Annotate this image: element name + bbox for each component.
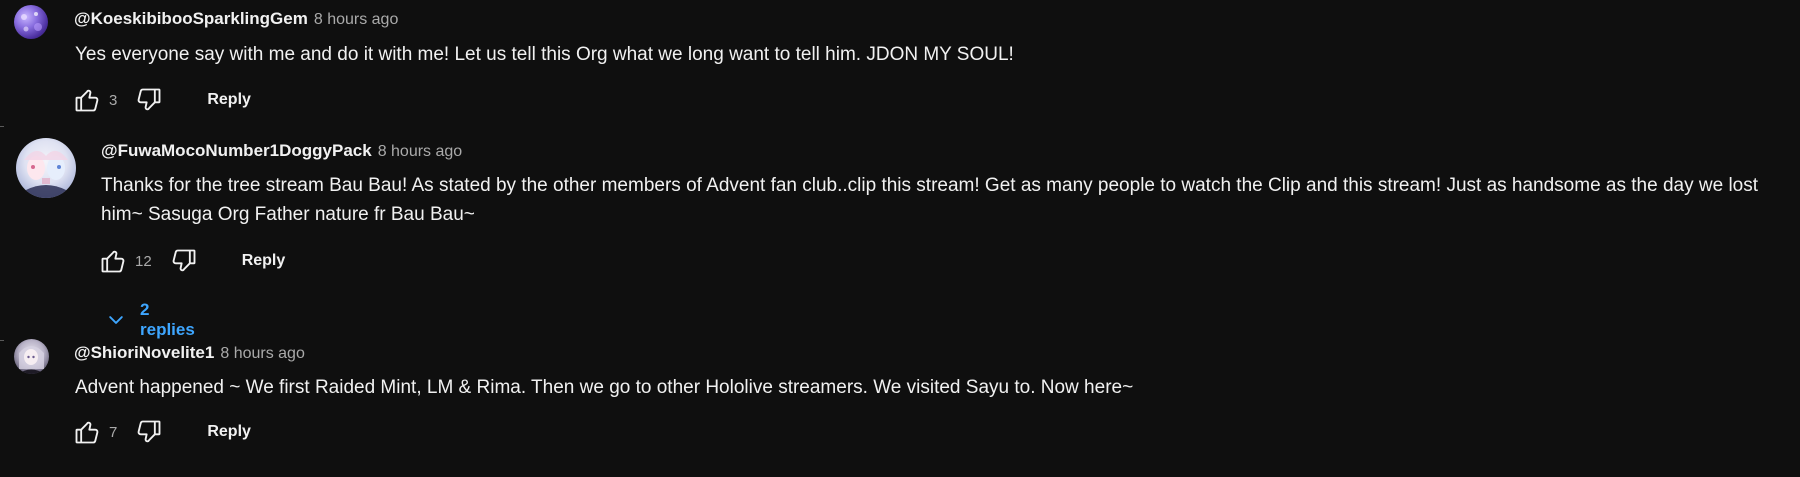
- like-button[interactable]: [69, 82, 105, 118]
- author-name[interactable]: @KoeskibibooSparklingGem: [74, 9, 308, 28]
- chevron-down-icon: [106, 310, 126, 330]
- reply-button[interactable]: Reply: [195, 83, 263, 117]
- like-count: 12: [135, 252, 152, 270]
- like-count: 3: [109, 91, 118, 109]
- comment-text: Yes everyone say with me and do it with …: [75, 44, 1014, 65]
- avatar-image: [18, 346, 45, 374]
- thumbs-up-icon: [101, 250, 125, 273]
- comments-section: @KoeskibibooSparklingGem 8 hours ago Yes …: [0, 0, 1800, 477]
- thumbs-down-icon: [137, 88, 161, 111]
- reply-button[interactable]: Reply: [230, 244, 298, 278]
- thread-line-marker: [0, 340, 4, 341]
- dislike-button[interactable]: [166, 243, 202, 279]
- like-count: 7: [109, 423, 118, 441]
- author-name[interactable]: @FuwaMocoNumber1DoggyPack: [101, 141, 372, 160]
- dislike-button[interactable]: [131, 414, 167, 450]
- avatar-image: [24, 150, 68, 198]
- thread-line-marker: [0, 126, 4, 127]
- comment-header: @ShioriNovelite1 8 hours ago: [74, 342, 305, 365]
- replies-count-label: 2 replies: [140, 300, 195, 339]
- comment-header: @FuwaMocoNumber1DoggyPack 8 hours ago: [101, 140, 462, 163]
- thumbs-up-icon: [75, 421, 99, 444]
- comment-text: Advent happened ~ We first Raided Mint, …: [75, 377, 1134, 398]
- author-name[interactable]: @ShioriNovelite1: [74, 343, 214, 362]
- view-replies-button[interactable]: 2 replies: [106, 300, 195, 340]
- reply-button[interactable]: Reply: [195, 415, 263, 449]
- timestamp[interactable]: 8 hours ago: [314, 11, 399, 28]
- timestamp[interactable]: 8 hours ago: [378, 143, 463, 160]
- thumbs-up-icon: [75, 89, 99, 112]
- avatar[interactable]: [14, 339, 49, 374]
- thumbs-down-icon: [172, 249, 196, 272]
- avatar[interactable]: [16, 138, 76, 198]
- comment-header: @KoeskibibooSparklingGem 8 hours ago: [74, 8, 398, 31]
- avatar[interactable]: [14, 5, 48, 39]
- thumbs-down-icon: [137, 420, 161, 443]
- avatar-image: [21, 12, 42, 32]
- comment-text: Thanks for the tree stream Bau Bau! As s…: [101, 175, 1759, 225]
- like-button[interactable]: [69, 414, 105, 450]
- comment-actions: 12 Reply: [95, 243, 297, 279]
- comment-actions: 3 Reply: [69, 82, 263, 118]
- comment-actions: 7 Reply: [69, 414, 263, 450]
- dislike-button[interactable]: [131, 82, 167, 118]
- like-button[interactable]: [95, 243, 131, 279]
- timestamp[interactable]: 8 hours ago: [220, 345, 305, 362]
